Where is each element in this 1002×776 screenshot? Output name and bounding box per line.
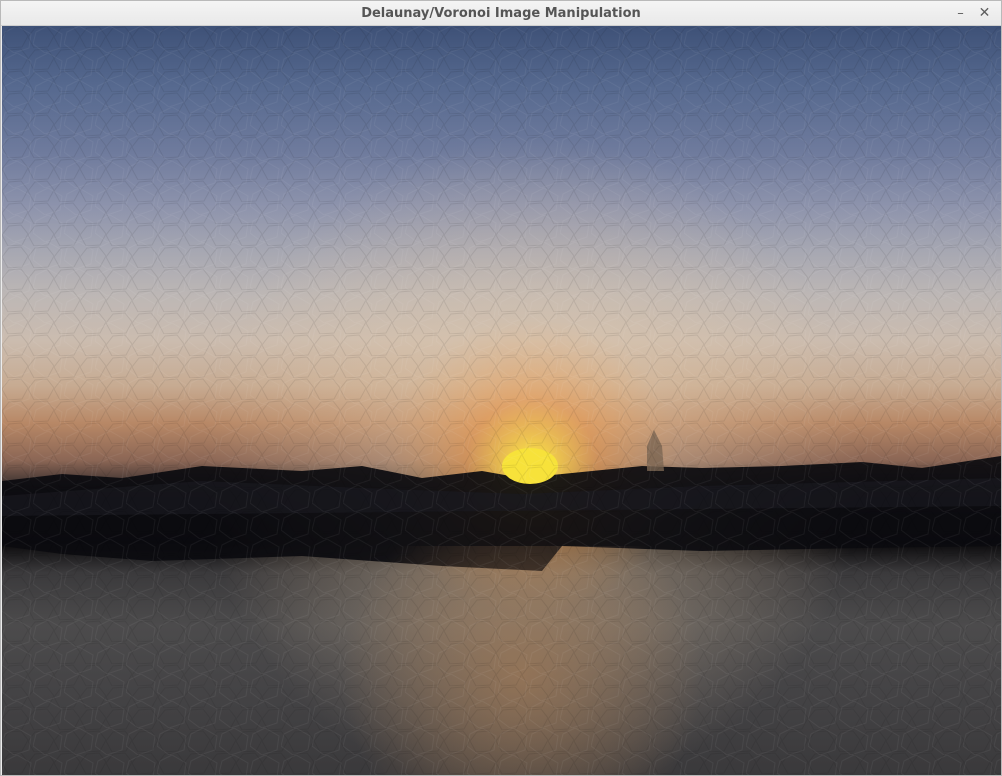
minimize-button[interactable]: –	[952, 5, 969, 22]
close-button[interactable]: ✕	[976, 5, 993, 22]
window-title: Delaunay/Voronoi Image Manipulation	[361, 6, 641, 21]
title-bar[interactable]: Delaunay/Voronoi Image Manipulation – ✕	[1, 1, 1001, 26]
voronoi-image-canvas[interactable]	[2, 26, 1001, 775]
app-window: Delaunay/Voronoi Image Manipulation – ✕	[0, 0, 1002, 776]
mosaic-image	[2, 26, 1001, 775]
